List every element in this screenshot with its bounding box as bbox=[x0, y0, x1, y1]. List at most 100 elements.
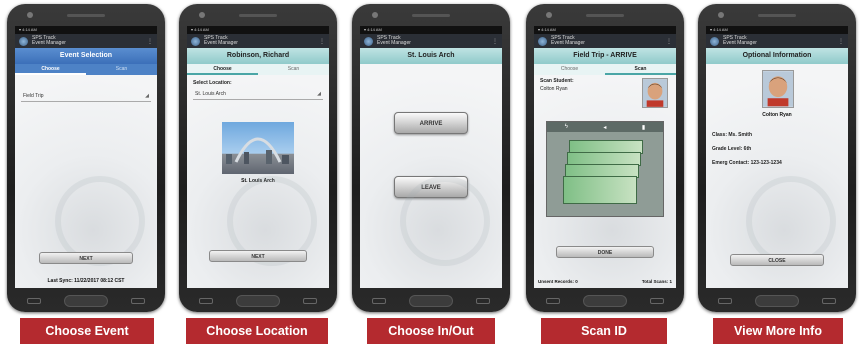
student-avatar-image bbox=[643, 79, 667, 107]
caption-scan-id: Scan ID bbox=[541, 318, 667, 344]
speaker-grille bbox=[239, 14, 277, 17]
status-bar: ▾ 4:14 AM bbox=[187, 26, 329, 34]
student-name: Colton Ryan bbox=[762, 112, 792, 118]
next-button[interactable]: NEXT bbox=[39, 252, 133, 264]
tab-scan[interactable]: Scan bbox=[86, 64, 157, 75]
camera-icon bbox=[27, 12, 33, 18]
tab-bar: Choose Scan bbox=[15, 64, 157, 75]
page-title: Robinson, Richard bbox=[187, 48, 329, 64]
tab-bar: Choose Scan bbox=[187, 64, 329, 75]
dropdown-caret-icon: ◢ bbox=[145, 93, 149, 99]
speaker-grille bbox=[758, 14, 796, 17]
scanner-toolbar: ϟ ◂ ▮ bbox=[547, 122, 663, 132]
home-button[interactable] bbox=[64, 295, 108, 307]
home-button[interactable] bbox=[236, 295, 280, 307]
next-button[interactable]: NEXT bbox=[209, 250, 307, 262]
close-button[interactable]: CLOSE bbox=[730, 254, 824, 266]
menu-key-icon[interactable] bbox=[822, 298, 836, 304]
back-key-icon[interactable] bbox=[718, 298, 732, 304]
status-bar: ▾ 4:14 AM bbox=[15, 26, 157, 34]
student-photo bbox=[762, 70, 794, 108]
tab-choose[interactable]: Choose bbox=[187, 64, 258, 75]
phone-choose-event: ▾ 4:14 AM SPS Track Event Manager ⋮ Event… bbox=[7, 4, 165, 312]
arrive-button[interactable]: ARRIVE bbox=[394, 112, 468, 134]
student-name: Colton Ryan bbox=[540, 86, 568, 92]
last-sync-text: Last Sync: 11/22/2017 08:12 CST bbox=[47, 278, 125, 284]
phone-choose-location: ▾ 4:14 AM SPS Track Event Manager ⋮ Robin… bbox=[179, 4, 337, 312]
class-line: Class: Ms. Smith bbox=[712, 132, 753, 138]
app-subtitle: Event Manager bbox=[551, 40, 585, 46]
camera-icon bbox=[546, 12, 552, 18]
app-logo-icon bbox=[191, 36, 200, 46]
back-key-icon[interactable] bbox=[372, 298, 386, 304]
tab-choose[interactable]: Choose bbox=[534, 64, 605, 75]
overflow-menu-icon[interactable]: ⋮ bbox=[319, 38, 325, 45]
menu-key-icon[interactable] bbox=[476, 298, 490, 304]
speaker-grille bbox=[586, 14, 624, 17]
app-bar: SPS Track Event Manager ⋮ bbox=[15, 34, 157, 48]
flash-icon[interactable]: ϟ bbox=[565, 124, 568, 130]
share-icon[interactable]: ◂ bbox=[603, 124, 606, 131]
home-button[interactable] bbox=[583, 295, 627, 307]
app-logo-icon bbox=[19, 36, 28, 46]
location-photo bbox=[222, 122, 294, 174]
home-button[interactable] bbox=[755, 295, 799, 307]
app-subtitle: Event Manager bbox=[32, 40, 66, 46]
app-logo-icon bbox=[710, 36, 719, 46]
phone-scan-id: ▾ 4:14 AM SPS Track Event Manager ⋮ Field… bbox=[526, 4, 684, 312]
overflow-menu-icon[interactable]: ⋮ bbox=[666, 38, 672, 45]
unsent-records: Unsent Records: 0 bbox=[538, 279, 578, 284]
done-button[interactable]: DONE bbox=[556, 246, 654, 258]
screen: ▾ 4:14 AM SPS Track Event Manager ⋮ Robin… bbox=[187, 26, 329, 288]
app-bar: SPS Track Event Manager ⋮ bbox=[534, 34, 676, 48]
tab-choose[interactable]: Choose bbox=[15, 64, 86, 75]
caption-choose-in-out: Choose In/Out bbox=[367, 318, 495, 344]
speaker-grille bbox=[67, 14, 105, 17]
back-key-icon[interactable] bbox=[546, 298, 560, 304]
id-card bbox=[563, 176, 637, 204]
app-logo-icon bbox=[538, 36, 547, 46]
student-avatar-image bbox=[763, 71, 793, 107]
location-select[interactable]: St. Louis Arch ◢ bbox=[193, 90, 323, 100]
phone-choose-in-out: ▾ 4:14 AM SPS Track Event Manager ⋮ St. L… bbox=[352, 4, 510, 312]
back-key-icon[interactable] bbox=[27, 298, 41, 304]
tab-bar: Choose Scan bbox=[534, 64, 676, 75]
overflow-menu-icon[interactable]: ⋮ bbox=[838, 38, 844, 45]
select-location-label: Select Location: bbox=[193, 80, 232, 86]
delete-icon[interactable]: ▮ bbox=[642, 124, 645, 131]
menu-key-icon[interactable] bbox=[303, 298, 317, 304]
grade-line: Grade Level: 6th bbox=[712, 146, 752, 152]
overflow-menu-icon[interactable]: ⋮ bbox=[147, 38, 153, 45]
back-key-icon[interactable] bbox=[199, 298, 213, 304]
page-title: Event Selection bbox=[15, 48, 157, 64]
screen: ▾ 4:14 AM SPS Track Event Manager ⋮ Optio… bbox=[706, 26, 848, 288]
menu-key-icon[interactable] bbox=[131, 298, 145, 304]
camera-icon bbox=[718, 12, 724, 18]
screen: ▾ 4:14 AM SPS Track Event Manager ⋮ St. L… bbox=[360, 26, 502, 288]
status-bar: ▾ 4:14 AM bbox=[534, 26, 676, 34]
location-select-value: St. Louis Arch bbox=[195, 91, 226, 97]
screen: ▾ 4:14 AM SPS Track Event Manager ⋮ Event… bbox=[15, 26, 157, 288]
tab-scan[interactable]: Scan bbox=[605, 64, 676, 75]
tab-scan[interactable]: Scan bbox=[258, 64, 329, 75]
emergency-contact-line: Emerg Contact: 123-123-1234 bbox=[712, 160, 782, 166]
status-bar: ▾ 4:14 AM bbox=[360, 26, 502, 34]
menu-key-icon[interactable] bbox=[650, 298, 664, 304]
phone-view-more-info: ▾ 4:14 AM SPS Track Event Manager ⋮ Optio… bbox=[698, 4, 856, 312]
student-photo bbox=[642, 78, 668, 108]
scanner-viewfinder: ϟ ◂ ▮ bbox=[546, 121, 664, 217]
app-bar: SPS Track Event Manager ⋮ bbox=[360, 34, 502, 48]
home-button[interactable] bbox=[409, 295, 453, 307]
event-select[interactable]: Field Trip ◢ bbox=[21, 92, 151, 102]
arch-image bbox=[226, 137, 289, 164]
app-subtitle: Event Manager bbox=[723, 40, 757, 46]
page-title: St. Louis Arch bbox=[360, 48, 502, 64]
screen: ▾ 4:14 AM SPS Track Event Manager ⋮ Field… bbox=[534, 26, 676, 288]
scan-student-label: Scan Student: bbox=[540, 78, 574, 84]
overflow-menu-icon[interactable]: ⋮ bbox=[492, 38, 498, 45]
status-bar: ▾ 4:14 AM bbox=[706, 26, 848, 34]
watermark-logo bbox=[400, 176, 490, 266]
watermark-logo bbox=[746, 176, 836, 266]
page-title: Optional Information bbox=[706, 48, 848, 64]
speaker-grille bbox=[412, 14, 450, 17]
